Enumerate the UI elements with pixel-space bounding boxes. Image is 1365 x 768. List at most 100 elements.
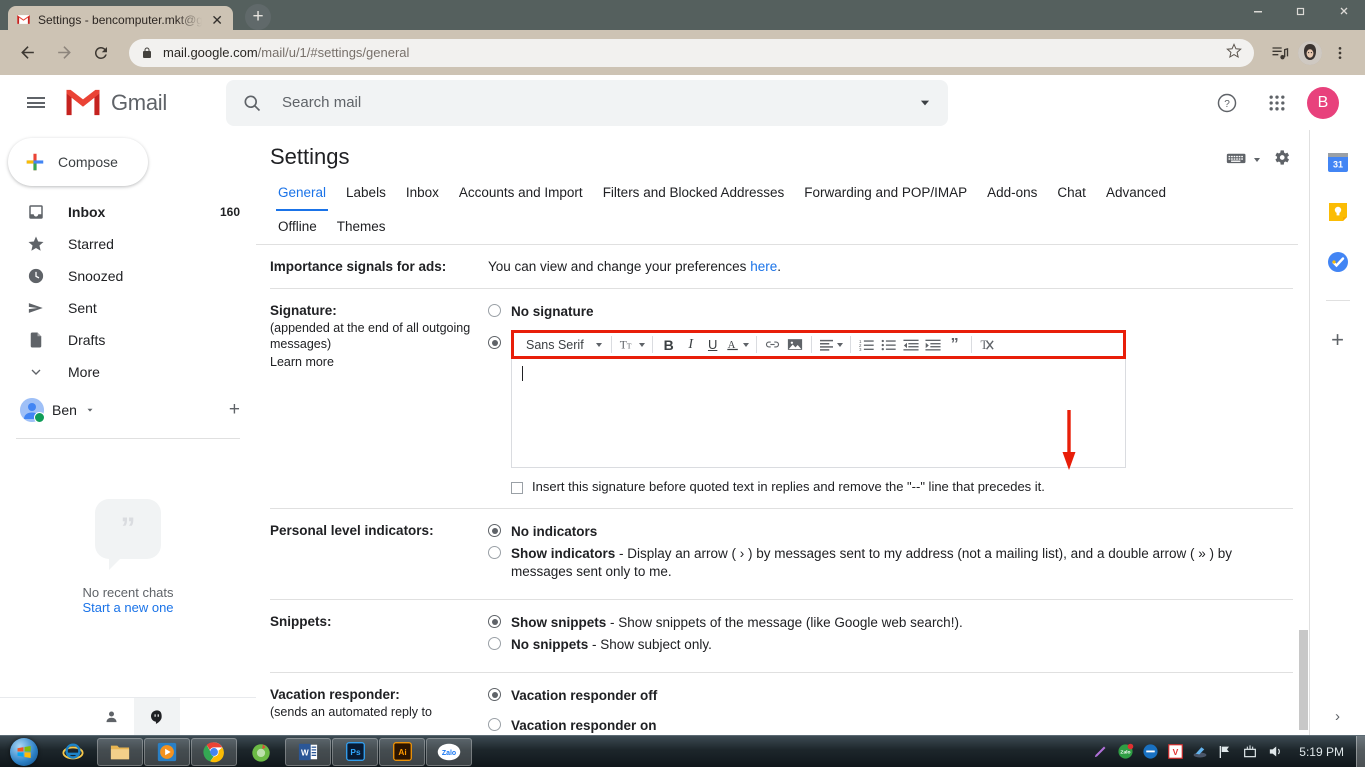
tab-add-ons[interactable]: Add-ons — [977, 176, 1047, 210]
sidebar-item-starred[interactable]: Starred — [0, 228, 256, 260]
tab-offline[interactable]: Offline — [268, 210, 327, 244]
main-menu-icon[interactable] — [12, 79, 60, 127]
minimize-button[interactable] — [1236, 0, 1279, 22]
input-tools-icon[interactable] — [1226, 150, 1248, 171]
compose-button[interactable]: Compose — [8, 138, 148, 186]
keep-icon[interactable] — [1326, 200, 1350, 224]
flag-icon[interactable] — [1216, 743, 1234, 761]
contacts-tab-icon[interactable] — [88, 698, 134, 735]
radio-show-snippets[interactable] — [488, 615, 501, 628]
add-contact-icon[interactable]: + — [229, 399, 240, 421]
chrome-icon[interactable] — [191, 737, 237, 766]
radio-no-snippets[interactable] — [488, 637, 501, 650]
tab-accounts-and-import[interactable]: Accounts and Import — [449, 176, 593, 210]
tab-forwarding-and-pop-imap[interactable]: Forwarding and POP/IMAP — [794, 176, 977, 210]
hangouts-tab-icon[interactable] — [134, 698, 180, 735]
new-tab-button[interactable]: + — [245, 4, 271, 30]
insert-image-icon[interactable] — [784, 334, 806, 356]
internet-explorer-icon[interactable] — [50, 738, 96, 766]
zalo-tray-icon[interactable]: Zalo — [1116, 743, 1134, 761]
chrome-menu-icon[interactable] — [1325, 38, 1355, 68]
bookmark-star-icon[interactable] — [1226, 42, 1242, 63]
remove-formatting-icon[interactable]: T — [977, 334, 999, 356]
media-list-extension-icon[interactable] — [1265, 38, 1295, 68]
reload-button[interactable] — [84, 36, 118, 70]
show-desktop-button[interactable] — [1356, 735, 1365, 768]
radio-vacation-off[interactable] — [488, 688, 501, 701]
signature-no-signature-option[interactable]: No signature — [488, 303, 1293, 321]
signature-before-quote-option[interactable]: Insert this signature before quoted text… — [511, 479, 1126, 494]
show-snippets-option[interactable]: Show snippets - Show snippets of the mes… — [488, 614, 1293, 632]
media-player-icon[interactable] — [144, 737, 190, 766]
tab-filters-and-blocked-addresses[interactable]: Filters and Blocked Addresses — [593, 176, 795, 210]
radio-no-signature[interactable] — [488, 304, 501, 317]
address-bar[interactable]: mail.google.com/mail/u/1/#settings/gener… — [129, 38, 1254, 67]
quote-icon[interactable]: ” — [944, 334, 966, 356]
monitor-icon[interactable] — [1241, 743, 1259, 761]
vacation-off-option[interactable]: Vacation responder off — [488, 687, 1293, 705]
text-color-icon[interactable]: A — [724, 334, 751, 356]
signature-learn-more-link[interactable]: Learn more — [270, 354, 478, 370]
font-size-icon[interactable]: T T — [617, 334, 647, 356]
gear-icon[interactable] — [1272, 148, 1291, 172]
blue-circle-icon[interactable] — [1141, 743, 1159, 761]
browser-tab[interactable]: Settings - bencomputer.mkt@gm ✕ — [8, 6, 233, 33]
indent-less-icon[interactable] — [900, 334, 922, 356]
tasks-icon[interactable] — [1326, 250, 1350, 274]
start-button[interactable] — [2, 737, 46, 767]
sidebar-item-inbox[interactable]: Inbox 160 — [0, 196, 256, 228]
start-new-chat-link[interactable]: Start a new one — [0, 600, 256, 615]
chat-account-row[interactable]: Ben + — [0, 392, 256, 428]
sidebar-item-more[interactable]: More — [0, 356, 256, 388]
show-indicators-option[interactable]: Show indicators - Display an arrow ( › )… — [488, 545, 1293, 581]
font-family-selector[interactable]: Sans Serif — [520, 338, 606, 352]
no-snippets-option[interactable]: No snippets - Show subject only. — [488, 636, 1293, 654]
radio-signature-editor[interactable] — [488, 336, 501, 349]
link-icon[interactable] — [762, 334, 784, 356]
content-scrollbar[interactable] — [1298, 130, 1309, 735]
account-avatar[interactable]: B — [1307, 86, 1339, 119]
chevron-down-icon[interactable] — [85, 402, 95, 418]
radio-vacation-on[interactable] — [488, 718, 501, 731]
sidebar-item-drafts[interactable]: Drafts — [0, 324, 256, 356]
search-bar[interactable] — [226, 79, 948, 126]
clock[interactable]: 5:19 PM — [1291, 745, 1352, 759]
add-side-panel-app-icon[interactable]: + — [1331, 327, 1344, 353]
word-icon[interactable]: W — [285, 737, 331, 766]
volume-icon[interactable] — [1266, 743, 1284, 761]
search-input[interactable] — [280, 93, 900, 112]
tab-themes[interactable]: Themes — [327, 210, 396, 244]
v-app-icon[interactable]: V — [1166, 743, 1184, 761]
search-options-icon[interactable] — [918, 96, 932, 110]
signature-text-area[interactable] — [511, 358, 1126, 468]
radio-show-indicators[interactable] — [488, 546, 501, 559]
italic-icon[interactable]: I — [680, 334, 702, 356]
bold-icon[interactable]: B — [658, 334, 680, 356]
chevron-down-icon[interactable] — [1254, 158, 1260, 162]
forward-button[interactable] — [47, 36, 81, 70]
green-app-icon[interactable] — [238, 738, 284, 766]
expand-side-panel-icon[interactable]: › — [1335, 708, 1340, 725]
pen-icon[interactable] — [1091, 743, 1109, 761]
close-window-button[interactable] — [1322, 0, 1365, 22]
browser-profile-avatar[interactable] — [1298, 40, 1322, 65]
help-icon[interactable]: ? — [1207, 83, 1247, 123]
tab-labels[interactable]: Labels — [336, 176, 396, 210]
bulleted-list-icon[interactable] — [878, 334, 900, 356]
tab-chat[interactable]: Chat — [1047, 176, 1096, 210]
sidebar-item-snoozed[interactable]: Snoozed — [0, 260, 256, 292]
tab-general[interactable]: General — [268, 176, 336, 211]
network-tool-icon[interactable] — [1191, 743, 1209, 761]
underline-icon[interactable]: U — [702, 334, 724, 356]
vacation-on-option[interactable]: Vacation responder on — [488, 717, 1293, 735]
tab-inbox[interactable]: Inbox — [396, 176, 449, 210]
zalo-icon[interactable]: Zalo — [426, 737, 472, 766]
back-button[interactable] — [10, 36, 44, 70]
radio-no-indicators[interactable] — [488, 524, 501, 537]
indent-more-icon[interactable] — [922, 334, 944, 356]
scrollbar-thumb[interactable] — [1299, 630, 1308, 730]
tab-advanced[interactable]: Advanced — [1096, 176, 1176, 210]
close-tab-icon[interactable]: ✕ — [209, 13, 225, 27]
calendar-icon[interactable]: 31 — [1326, 150, 1350, 174]
illustrator-icon[interactable]: Ai — [379, 737, 425, 766]
